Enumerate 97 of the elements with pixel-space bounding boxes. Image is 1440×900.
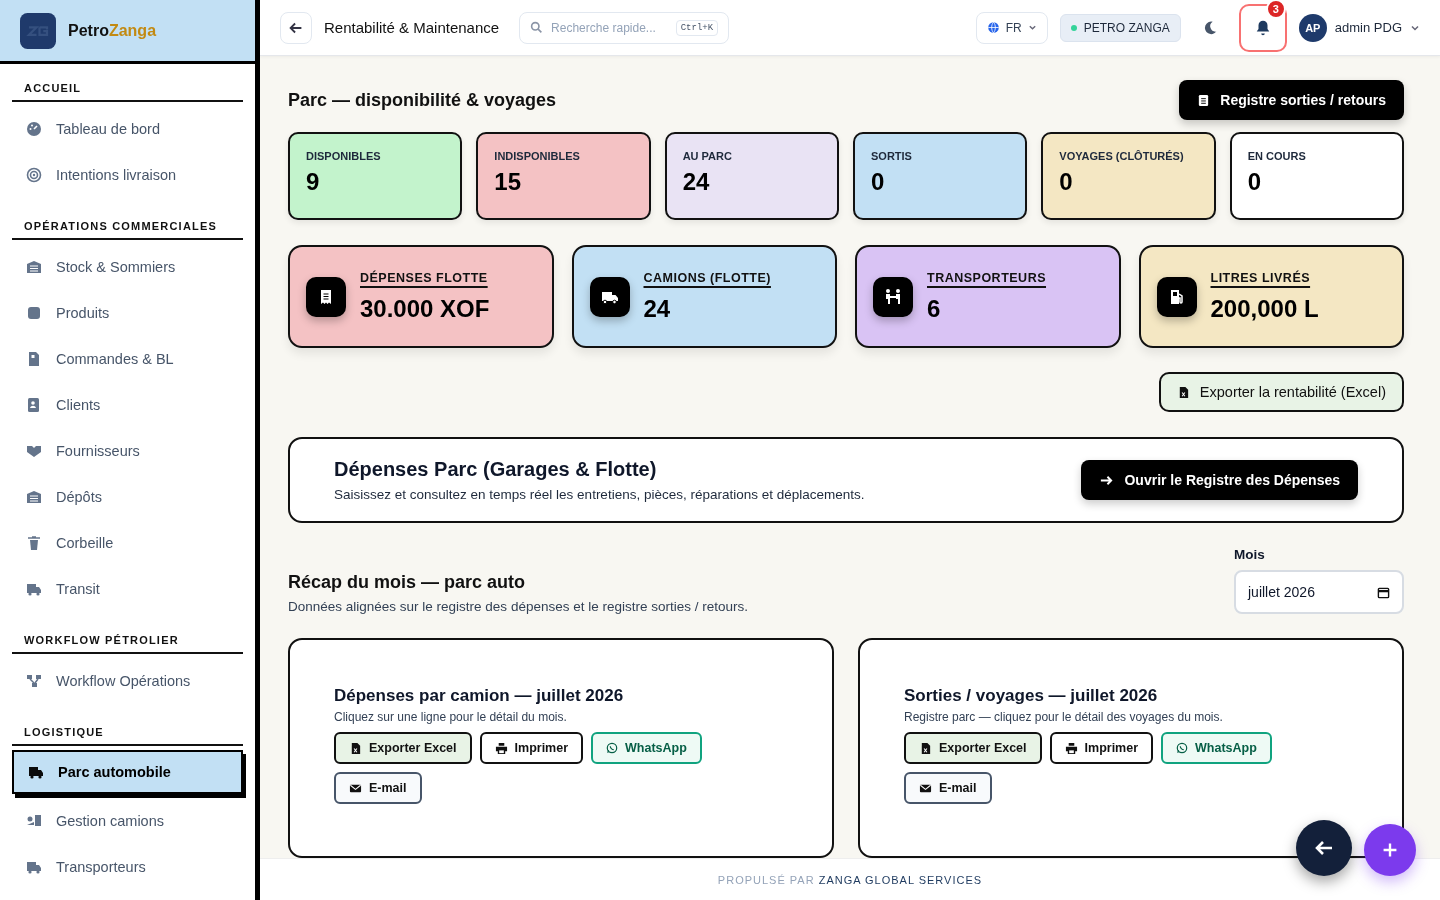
- kpi-value: 30.000 XOF: [360, 294, 490, 323]
- truck-icon: [26, 859, 42, 875]
- sidebar-item[interactable]: Gestion camions: [12, 798, 243, 844]
- box-icon: [26, 305, 42, 321]
- stat-label: VOYAGES (CLÔTURÉS): [1059, 150, 1185, 162]
- section-title: Récap du mois — parc auto: [288, 572, 527, 593]
- section-heading: ACCUEIL: [12, 76, 243, 102]
- truck-icon: [26, 581, 42, 597]
- printer-icon: [1064, 741, 1078, 755]
- warehouse-icon: [26, 259, 42, 275]
- stat-value: 9: [306, 168, 321, 196]
- sidebar-item[interactable]: Stock & Sommiers: [12, 244, 243, 290]
- month-label: Mois: [1234, 547, 1266, 562]
- stat-value: 0: [871, 168, 886, 196]
- stat-label: SORTIS: [871, 150, 913, 162]
- kpi-value: 200,000 L: [1210, 294, 1319, 323]
- section-heading: LOGISTIQUE: [12, 720, 243, 746]
- sidebar-item[interactable]: Produits: [12, 290, 243, 336]
- target-icon: [26, 167, 42, 183]
- export-excel-button[interactable]: Exporter Excel: [334, 732, 472, 764]
- shortcut-hint: Ctrl+K: [675, 19, 719, 36]
- stat-label: INDISPONIBLES: [494, 150, 581, 162]
- sidebar-item[interactable]: Intentions livraison: [12, 152, 243, 198]
- gauge-icon: [26, 121, 42, 137]
- warehouse-icon: [26, 489, 42, 505]
- globe-icon: [986, 21, 1000, 34]
- export-excel-button[interactable]: Exporter Excel: [904, 732, 1042, 764]
- people-icon: [883, 286, 903, 307]
- section-description: Données alignées sur le registre des dépenses et le registre sorties / retours.: [288, 599, 748, 614]
- flowchart-icon: [26, 673, 42, 689]
- logo-icon: [20, 12, 56, 49]
- section-title: Parc — disponibilité & voyages: [288, 89, 557, 111]
- truck-icon: [28, 764, 44, 780]
- document-icon: [26, 351, 42, 367]
- email-button[interactable]: E-mail: [334, 772, 422, 804]
- kpi-label: TRANSPORTEURS: [927, 270, 1046, 285]
- page-title: Rentabilité & Maintenance: [324, 19, 500, 36]
- brand-name: PetroZanga: [68, 21, 157, 40]
- section-heading: OPÉRATIONS COMMERCIALES: [12, 214, 243, 240]
- kpi-label: CAMIONS (FLOTTE): [643, 270, 771, 285]
- export-button[interactable]: Exporter la rentabilité (Excel): [1158, 372, 1404, 412]
- card-title: Sorties / voyages — juillet 2026: [904, 686, 1159, 706]
- company-chip: PETRO ZANGA: [1059, 13, 1181, 42]
- sidebar-item[interactable]: Fournisseurs: [12, 428, 243, 474]
- card-title: Dépenses par camion — juillet 2026: [334, 686, 625, 706]
- sidebar-item[interactable]: Tableau de bord: [12, 106, 243, 152]
- sidebar-item[interactable]: Transit: [12, 566, 243, 612]
- card-title: Dépenses Parc (Garages & Flotte): [334, 458, 658, 481]
- kpi-label: DÉPENSES FLOTTE: [360, 270, 489, 285]
- kpi-value: 24: [643, 294, 672, 323]
- card-description: Saisissez et consultez en temps réel les entretiens, pièces, réparations et déplacements.: [334, 487, 865, 502]
- stat-value: 0: [1059, 168, 1074, 196]
- stat-label: EN COURS: [1247, 150, 1307, 162]
- sidebar-item[interactable]: Commandes & BL: [12, 336, 243, 382]
- notifications-button[interactable]: 3: [1238, 3, 1287, 52]
- excel-file-icon: [919, 741, 932, 755]
- search-field[interactable]: Recherche rapide... Ctrl+K: [519, 11, 730, 44]
- card-description: Registre parc — cliquez pour le détail des voyages du mois.: [904, 710, 1224, 724]
- whatsapp-icon: [1176, 742, 1189, 754]
- calendar-icon: [1377, 585, 1390, 599]
- status-dot-icon: [1070, 24, 1077, 31]
- search-icon: [530, 21, 544, 34]
- whatsapp-button[interactable]: WhatsApp: [1161, 732, 1272, 764]
- month-field[interactable]: juillet 2026: [1234, 570, 1404, 614]
- print-button[interactable]: Imprimer: [1049, 732, 1154, 764]
- stat-value: 24: [682, 168, 711, 196]
- section-heading: WORKFLOW PÉTROLIER: [12, 628, 243, 654]
- stat-value: 15: [494, 168, 523, 196]
- sidebar-item[interactable]: Workflow Opérations: [12, 658, 243, 704]
- excel-file-icon: [349, 741, 362, 755]
- sidebar-item[interactable]: Clients: [12, 382, 243, 428]
- stat-value: 0: [1247, 168, 1262, 196]
- kpi-value: 6: [927, 294, 942, 323]
- open-register-button[interactable]: Ouvrir le Registre des Dépenses: [1081, 460, 1358, 500]
- footer-credit: PROPULSÉ PAR ZANGA GLOBAL SERVICES: [717, 873, 983, 886]
- notification-count: 3: [1265, 0, 1286, 19]
- back-button[interactable]: [280, 11, 312, 44]
- language-selector[interactable]: FR: [975, 11, 1048, 44]
- card-description: Cliquez sur une ligne pour le détail du mois.: [334, 710, 568, 724]
- user-menu[interactable]: AP admin PDG: [1298, 13, 1420, 42]
- trash-icon: [26, 535, 42, 551]
- register-button[interactable]: Registre sorties / retours: [1179, 80, 1404, 120]
- sidebar-item[interactable]: Corbeille: [12, 520, 243, 566]
- printer-icon: [494, 741, 508, 755]
- email-button[interactable]: E-mail: [904, 772, 992, 804]
- print-button[interactable]: Imprimer: [479, 732, 584, 764]
- whatsapp-button[interactable]: WhatsApp: [591, 732, 702, 764]
- sidebar-item[interactable]: Transporteurs: [12, 844, 243, 890]
- clipboard-icon: [1197, 93, 1211, 107]
- stat-label: DISPONIBLES: [306, 150, 382, 162]
- sidebar-item[interactable]: Dépôts: [12, 474, 243, 520]
- stat-label: AU PARC: [682, 150, 733, 162]
- chevron-down-icon: [1027, 23, 1037, 32]
- search-input[interactable]: Recherche rapide...: [549, 19, 670, 36]
- whatsapp-icon: [606, 742, 619, 754]
- kpi-label: LITRES LIVRÉS: [1210, 270, 1312, 285]
- contact-card-icon: [26, 397, 42, 413]
